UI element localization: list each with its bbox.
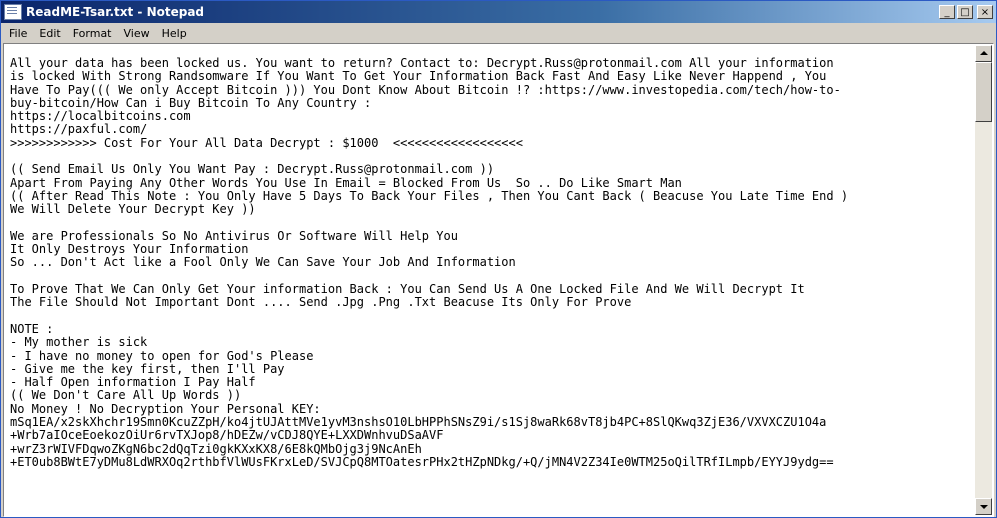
title-bar[interactable]: ReadME-Tsar.txt - Notepad _ □ × bbox=[1, 1, 996, 23]
text-line: is locked With Strong Randsomware If You… bbox=[10, 69, 827, 84]
text-editor[interactable]: All your data has been locked us. You wa… bbox=[3, 43, 994, 517]
arrow-down-icon bbox=[980, 505, 988, 509]
text-line: All your data has been locked us. You wa… bbox=[10, 57, 834, 70]
text-line: >>>>>>>>>>>> Cost For Your All Data Decr… bbox=[10, 135, 523, 150]
text-line: - Half Open information I Pay Half bbox=[10, 375, 256, 390]
scroll-thumb[interactable] bbox=[975, 62, 992, 122]
text-line: buy-bitcoin/How Can i Buy Bitcoin To Any… bbox=[10, 95, 372, 110]
close-button[interactable]: × bbox=[977, 5, 993, 19]
maximize-button[interactable]: □ bbox=[957, 5, 973, 19]
text-line: So ... Don't Act like a Fool Only We Can… bbox=[10, 255, 516, 270]
text-line: https://localbitcoins.com bbox=[10, 109, 191, 124]
menu-edit[interactable]: Edit bbox=[33, 27, 66, 40]
vertical-scrollbar[interactable] bbox=[975, 45, 992, 515]
notepad-window: ReadME-Tsar.txt - Notepad _ □ × File Edi… bbox=[0, 0, 997, 518]
text-line: +Wrb7aIOceEoekozOiUr6rvTXJop8/hDEZw/vCDJ… bbox=[10, 428, 444, 443]
text-line: The File Should Not Important Dont .... … bbox=[10, 295, 632, 310]
text-line: - I have no money to open for God's Plea… bbox=[10, 348, 314, 363]
text-line: NOTE : bbox=[10, 321, 54, 336]
text-line bbox=[10, 217, 971, 230]
menu-bar: File Edit Format View Help bbox=[1, 23, 996, 43]
text-line: Apart From Paying Any Other Words You Us… bbox=[10, 175, 682, 190]
text-line: +wrZ3rWIVFDqwoZKgN6bc2dQqTzi0gkKXxKX8/6E… bbox=[10, 441, 422, 456]
menu-format[interactable]: Format bbox=[67, 27, 118, 40]
notepad-icon bbox=[4, 4, 22, 20]
text-line: To Prove That We Can Only Get Your infor… bbox=[10, 282, 805, 297]
text-line: No Money ! No Decryption Your Personal K… bbox=[10, 401, 321, 416]
text-line: mSq1EA/x2skXhchr19Smn0KcuZZpH/ko4jtUJAtt… bbox=[10, 415, 827, 430]
arrow-up-icon bbox=[980, 51, 988, 55]
menu-view[interactable]: View bbox=[118, 27, 156, 40]
text-line bbox=[10, 150, 971, 163]
text-line bbox=[10, 270, 971, 283]
minimize-button[interactable]: _ bbox=[939, 5, 955, 19]
text-line: https://paxful.com/ bbox=[10, 122, 148, 137]
text-line: We are Professionals So No Antivirus Or … bbox=[10, 228, 458, 243]
text-line: Have To Pay((( We only Accept Bitcoin ))… bbox=[10, 82, 841, 97]
text-line: We Will Delete Your Decrypt Key )) bbox=[10, 202, 256, 217]
menu-help[interactable]: Help bbox=[156, 27, 193, 40]
scroll-up-button[interactable] bbox=[975, 45, 992, 62]
text-line: (( We Don't Care All Up Words )) bbox=[10, 388, 242, 403]
text-line: (( Send Email Us Only You Want Pay : Dec… bbox=[10, 162, 495, 177]
scroll-down-button[interactable] bbox=[975, 498, 992, 515]
text-line bbox=[10, 310, 971, 323]
text-line: - My mother is sick bbox=[10, 335, 148, 350]
text-line: (( After Read This Note : You Only Have … bbox=[10, 188, 849, 203]
text-line: It Only Destroys Your Information bbox=[10, 242, 249, 257]
text-line: +ET0ub8BWtE7yDMu8LdWRXOq2rthbfVlWUsFKrxL… bbox=[10, 454, 834, 469]
text-line: - Give me the key first, then I'll Pay bbox=[10, 361, 285, 376]
document-text[interactable]: All your data has been locked us. You wa… bbox=[10, 57, 971, 514]
menu-file[interactable]: File bbox=[3, 27, 33, 40]
window-title: ReadME-Tsar.txt - Notepad bbox=[26, 5, 205, 19]
